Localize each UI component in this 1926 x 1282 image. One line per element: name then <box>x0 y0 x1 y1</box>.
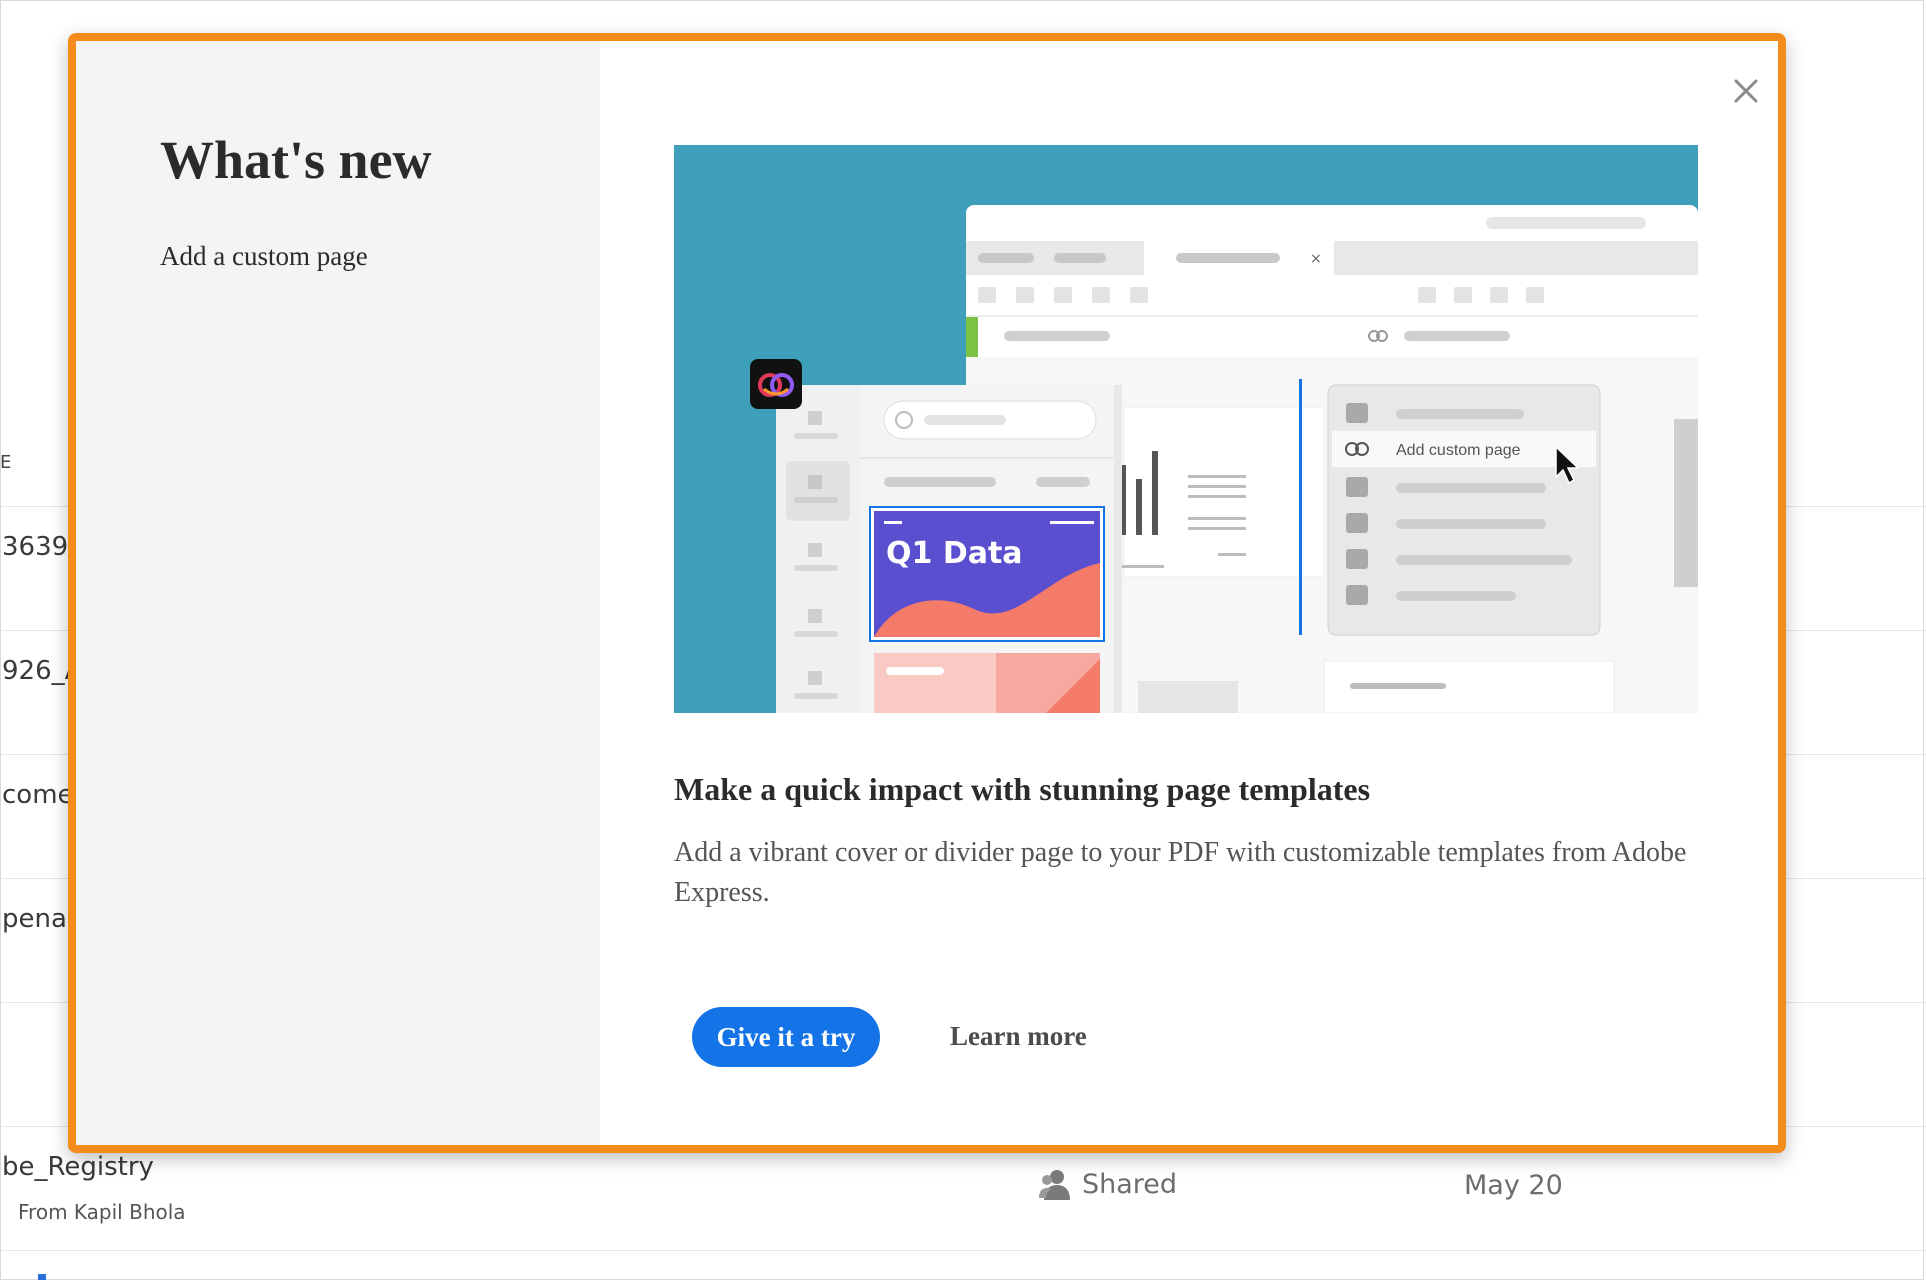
accent-bar <box>966 317 978 357</box>
learn-more-link[interactable]: Learn more <box>950 1021 1087 1052</box>
feature-description: Add a vibrant cover or divider page to y… <box>674 837 1687 908</box>
whats-new-dialog: What's new Add a custom page × Add custo… <box>68 33 1786 1153</box>
file-name-fragment[interactable]: come <box>2 780 74 810</box>
feature-illustration: × Add custom page Q1 Data <box>674 145 1698 713</box>
user-icon <box>1039 1170 1070 1200</box>
menu-item-label: Add custom page <box>1396 442 1521 459</box>
column-header-fragment: E <box>0 452 12 473</box>
file-name-fragment[interactable]: be_Registry <box>2 1152 154 1182</box>
modified-date: May 20 <box>1464 1170 1563 1201</box>
creative-cloud-icon <box>750 359 802 409</box>
card-title: Q1 Data <box>886 536 1023 571</box>
svg-text:×: × <box>1310 251 1322 267</box>
file-sender: From Kapil Bhola <box>18 1200 186 1224</box>
dialog-sidebar: What's new Add a custom page <box>76 41 600 1145</box>
sidebar-item-add-custom-page[interactable]: Add a custom page <box>160 241 368 272</box>
shared-label: Shared <box>1082 1168 1178 1200</box>
illustration-svg: × Add custom page Q1 Data <box>674 145 1698 713</box>
dialog-title: What's new <box>160 130 432 190</box>
feature-heading: Make a quick impact with stunning page t… <box>674 771 1371 807</box>
give-it-a-try-button[interactable]: Give it a try <box>692 1007 880 1067</box>
shared-status: Shared <box>1038 1164 1177 1204</box>
selection-indicator <box>38 1274 46 1280</box>
close-button[interactable] <box>1726 71 1766 111</box>
close-icon[interactable] <box>1726 71 1766 111</box>
row-divider <box>0 1250 1926 1251</box>
